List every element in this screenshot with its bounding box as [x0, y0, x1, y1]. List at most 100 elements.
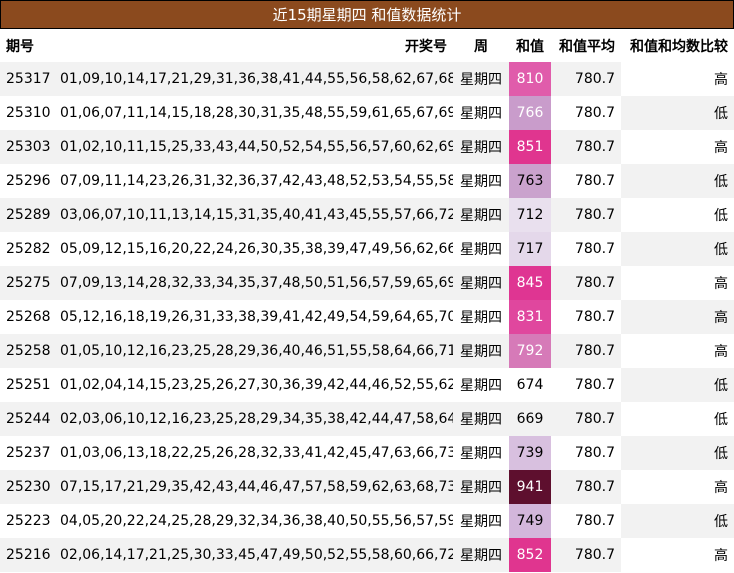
- cell-sum: 831: [509, 300, 551, 334]
- cell-week: 星期四: [453, 130, 509, 164]
- cell-compare: 低: [621, 368, 734, 402]
- cell-sum: 669: [509, 402, 551, 436]
- cell-compare: 低: [621, 164, 734, 198]
- cell-issue: 25223: [6, 513, 51, 529]
- cell-sum: 941: [509, 470, 551, 504]
- table-row: 25223 04,05,20,22,24,25,28,29,32,34,36,38…: [0, 504, 734, 538]
- cell-week: 星期四: [453, 266, 509, 300]
- cell-average: 780.7: [551, 402, 621, 436]
- cell-compare: 低: [621, 96, 734, 130]
- cell-week: 星期四: [453, 470, 509, 504]
- cell-issue: 25303: [0, 130, 54, 164]
- cell-compare: 高: [621, 130, 734, 164]
- cell-sum: 845: [509, 266, 551, 300]
- cell-average: 780.7: [551, 198, 621, 232]
- table-row: 25275 07,09,13,14,28,32,33,34,35,37,48,50…: [0, 266, 734, 300]
- cell-week: 星期四: [460, 514, 502, 530]
- cell-week: 星期四: [460, 446, 502, 462]
- cell-sum: 749: [509, 504, 551, 538]
- cell-numbers: 07,09,13,14,28,32,33,34,35,37,48,50,51,5…: [54, 266, 453, 300]
- cell-sum: 792: [509, 334, 551, 368]
- cell-week: 星期四: [460, 106, 502, 122]
- table-row: 25296 07,09,11,14,23,26,31,32,36,37,42,43…: [0, 164, 734, 198]
- cell-numbers: 07,09,11,14,23,26,31,32,36,37,42,43,48,5…: [60, 173, 453, 189]
- cell-numbers: 01,09,10,14,17,21,29,31,36,38,41,44,55,5…: [54, 62, 453, 96]
- cell-week: 星期四: [453, 198, 509, 232]
- cell-issue: 25244: [0, 402, 54, 436]
- cell-compare: 低: [621, 504, 734, 538]
- cell-week: 星期四: [453, 538, 509, 572]
- cell-sum: 674: [516, 377, 544, 393]
- cell-average: 780.7: [574, 513, 615, 529]
- header-week: 周: [474, 38, 488, 55]
- cell-compare: 高: [621, 334, 734, 368]
- cell-sum: 852: [509, 538, 551, 572]
- cell-issue: 25216: [0, 538, 54, 572]
- table-row: 25230 07,15,17,21,29,35,42,43,44,46,47,57…: [0, 470, 734, 504]
- table-row: 25303 01,02,10,11,15,25,33,43,44,50,52,54…: [0, 130, 734, 164]
- cell-sum: 766: [509, 96, 551, 130]
- table-row: 25310 01,06,07,11,14,15,18,28,30,31,35,48…: [0, 96, 734, 130]
- cell-average: 780.7: [574, 309, 615, 325]
- table-row: 25268 05,12,16,18,19,26,31,33,38,39,41,42…: [0, 300, 734, 334]
- header-average: 和值平均: [559, 38, 615, 55]
- cell-issue: 25282: [6, 241, 51, 257]
- cell-numbers: 01,05,10,12,16,23,25,28,29,36,40,46,51,5…: [54, 334, 453, 368]
- cell-compare: 高: [621, 470, 734, 504]
- cell-numbers: 03,06,07,10,11,13,14,15,31,35,40,41,43,4…: [54, 198, 453, 232]
- table-row: 25244 02,03,06,10,12,16,23,25,28,29,34,35…: [0, 402, 734, 436]
- cell-issue: 25237: [6, 445, 51, 461]
- lottery-stats-table: 期号 开奖号 周 和值 和值平均 和值和均数比较 25317 01,09,10,1…: [0, 29, 734, 572]
- cell-week: 星期四: [453, 402, 509, 436]
- cell-sum: 810: [509, 62, 551, 96]
- cell-numbers: 02,03,06,10,12,16,23,25,28,29,34,35,38,4…: [54, 402, 453, 436]
- table-row: 25289 03,06,07,10,11,13,14,15,31,35,40,41…: [0, 198, 734, 232]
- cell-issue: 25275: [0, 266, 54, 300]
- cell-average: 780.7: [551, 538, 621, 572]
- cell-average: 780.7: [551, 266, 621, 300]
- header-numbers: 开奖号: [405, 38, 447, 55]
- table-row: 25251 01,02,04,14,15,23,25,26,27,30,36,39…: [0, 368, 734, 402]
- cell-numbers: 01,03,06,13,18,22,25,26,28,32,33,41,42,4…: [60, 445, 453, 461]
- cell-compare: 低: [621, 402, 734, 436]
- cell-compare: 低: [621, 198, 734, 232]
- cell-numbers: 05,09,12,15,16,20,22,24,26,30,35,38,39,4…: [60, 241, 453, 257]
- header-issue: 期号: [6, 38, 34, 55]
- cell-numbers: 02,06,14,17,21,25,30,33,45,47,49,50,52,5…: [54, 538, 453, 572]
- table-row: 25258 01,05,10,12,16,23,25,28,29,36,40,46…: [0, 334, 734, 368]
- cell-issue: 25289: [0, 198, 54, 232]
- header-row: 期号 开奖号 周 和值 和值平均 和值和均数比较: [0, 29, 734, 62]
- cell-compare: 高: [621, 62, 734, 96]
- cell-compare: 低: [621, 436, 734, 470]
- cell-issue: 25296: [6, 173, 51, 189]
- cell-issue: 25258: [0, 334, 54, 368]
- table-row: 25317 01,09,10,14,17,21,29,31,36,38,41,44…: [0, 62, 734, 96]
- cell-week: 星期四: [453, 62, 509, 96]
- cell-numbers: 05,12,16,18,19,26,31,33,38,39,41,42,49,5…: [60, 309, 453, 325]
- cell-numbers: 01,02,10,11,15,25,33,43,44,50,52,54,55,5…: [54, 130, 453, 164]
- cell-numbers: 04,05,20,22,24,25,28,29,32,34,36,38,40,5…: [60, 513, 453, 529]
- cell-issue: 25251: [6, 377, 51, 393]
- cell-average: 780.7: [551, 62, 621, 96]
- table-row: 25216 02,06,14,17,21,25,30,33,45,47,49,50…: [0, 538, 734, 572]
- cell-compare: 高: [621, 266, 734, 300]
- cell-average: 780.7: [574, 377, 615, 393]
- cell-week: 星期四: [453, 334, 509, 368]
- cell-issue: 25268: [6, 309, 51, 325]
- cell-sum: 851: [509, 130, 551, 164]
- cell-compare: 低: [621, 232, 734, 266]
- cell-issue: 25317: [0, 62, 54, 96]
- cell-average: 780.7: [574, 173, 615, 189]
- cell-average: 780.7: [574, 445, 615, 461]
- cell-week: 星期四: [460, 378, 502, 394]
- cell-issue: 25230: [0, 470, 54, 504]
- cell-sum: 739: [509, 436, 551, 470]
- cell-numbers: 01,06,07,11,14,15,18,28,30,31,35,48,55,5…: [60, 105, 453, 121]
- cell-average: 780.7: [551, 470, 621, 504]
- cell-week: 星期四: [460, 310, 502, 326]
- header-sum: 和值: [516, 38, 544, 55]
- cell-sum: 717: [509, 232, 551, 266]
- table-title: 近15期星期四 和值数据统计: [0, 0, 734, 29]
- cell-average: 780.7: [574, 241, 615, 257]
- cell-sum: 712: [509, 198, 551, 232]
